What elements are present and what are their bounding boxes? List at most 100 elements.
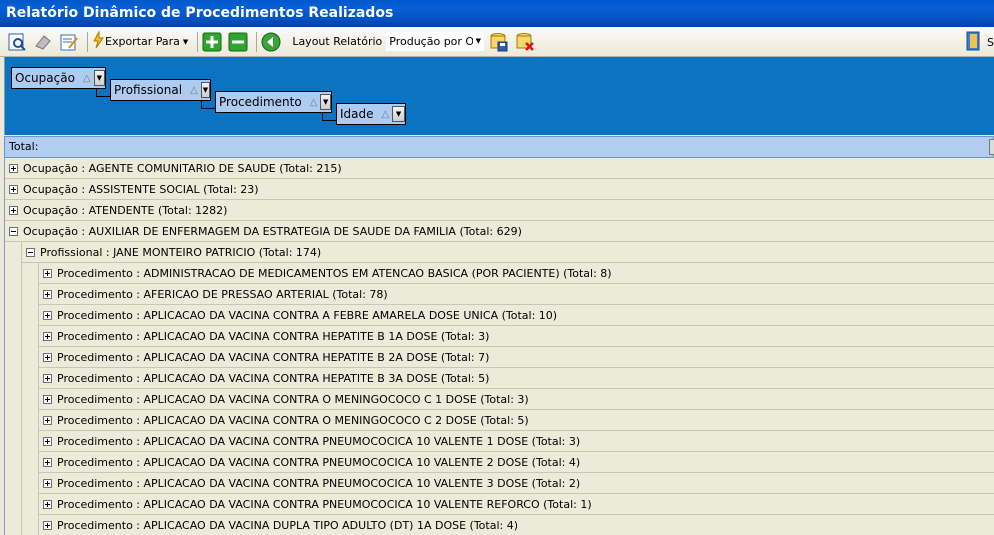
export-button[interactable]: Exportar Para ▼ (91, 30, 189, 52)
group-row-label: Procedimento : APLICACAO DA VACINA CONTR… (57, 308, 558, 322)
group-row[interactable]: Procedimento : ADMINISTRACAO DE MEDICAME… (39, 263, 994, 284)
group-row[interactable]: Procedimento : APLICACAO DA VACINA CONTR… (39, 473, 994, 494)
collapse-icon[interactable] (9, 226, 18, 236)
group-indent (22, 389, 39, 410)
group-indent (5, 284, 22, 305)
group-indent (22, 305, 39, 326)
expand-icon[interactable] (43, 457, 52, 467)
group-row-label: Procedimento : APLICACAO DA VACINA CONTR… (57, 329, 490, 343)
sort-asc-icon: △ (190, 84, 198, 96)
group-indent (22, 452, 39, 473)
group-indent (22, 284, 39, 305)
group-indent (22, 515, 39, 535)
group-indent (22, 494, 39, 515)
group-row-label: Procedimento : APLICACAO DA VACINA CONTR… (57, 371, 490, 385)
expand-icon[interactable] (43, 478, 52, 488)
group-row-label: Procedimento : ADMINISTRACAO DE MEDICAME… (57, 266, 612, 280)
edit-report-icon[interactable] (58, 31, 80, 53)
group-row[interactable]: Ocupação : AUXILIAR DE ENFERMAGEM DA EST… (5, 221, 994, 242)
group-row[interactable]: Ocupação : ASSISTENTE SOCIAL (Total: 23) (5, 179, 994, 200)
group-chip-label: Procedimento (219, 95, 302, 109)
group-indent (5, 494, 22, 515)
group-row[interactable]: Profissional : JANE MONTEIRO PATRICIO (T… (22, 242, 994, 263)
group-row[interactable]: Procedimento : APLICACAO DA VACINA CONTR… (39, 347, 994, 368)
header-scroll-button[interactable] (989, 139, 994, 155)
expand-icon[interactable] (9, 163, 18, 173)
group-row[interactable]: Procedimento : APLICACAO DA VACINA CONTR… (39, 326, 994, 347)
window-title: Relatório Dinâmico de Procedimentos Real… (0, 0, 994, 27)
group-row-label: Procedimento : APLICACAO DA VACINA CONTR… (57, 392, 529, 406)
group-row[interactable]: Procedimento : APLICACAO DA VACINA CONTR… (39, 494, 994, 515)
group-indent (22, 473, 39, 494)
group-row[interactable]: Ocupação : ATENDENTE (Total: 1282) (5, 200, 994, 221)
expand-icon[interactable] (43, 268, 52, 278)
group-chip-label: Profissional (114, 83, 183, 97)
group-row-label: Ocupação : AUXILIAR DE ENFERMAGEM DA EST… (23, 224, 522, 238)
chevron-down-icon[interactable]: ▼ (392, 106, 405, 122)
layout-select[interactable]: Produção por Ocu ▼ (386, 32, 485, 51)
group-row[interactable]: Procedimento : APLICACAO DA VACINA CONTR… (39, 431, 994, 452)
preview-icon[interactable] (6, 31, 28, 53)
grid-header-label: Total: (9, 140, 39, 153)
chevron-down-icon[interactable]: ▼ (93, 70, 105, 86)
group-indent (22, 431, 39, 452)
save-layout-icon[interactable] (488, 31, 510, 53)
group-chip-label: Idade (340, 107, 374, 121)
exit-label: S (987, 36, 994, 49)
expand-icon[interactable] (43, 352, 52, 362)
group-indent (5, 305, 22, 326)
group-indent (5, 515, 22, 535)
group-row-label: Procedimento : APLICACAO DA VACINA CONTR… (57, 434, 581, 448)
collapse-all-icon[interactable] (227, 31, 249, 53)
group-indent (5, 263, 22, 284)
group-chip-ocupacao[interactable]: Ocupação △ ▼ (11, 67, 106, 89)
expand-icon[interactable] (9, 184, 18, 194)
expand-icon[interactable] (43, 520, 52, 530)
group-row-label: Ocupação : ASSISTENTE SOCIAL (Total: 23) (23, 182, 259, 196)
group-row-label: Procedimento : APLICACAO DA VACINA CONTR… (57, 350, 490, 364)
group-row-label: Procedimento : APLICACAO DA VACINA CONTR… (57, 476, 581, 490)
exit-button[interactable]: S (964, 30, 994, 55)
group-row-label: Ocupação : ATENDENTE (Total: 1282) (23, 203, 228, 217)
expand-icon[interactable] (43, 394, 52, 404)
group-chip-idade[interactable]: Idade △ ▼ (336, 103, 406, 125)
group-row-label: Ocupação : AGENTE COMUNITARIO DE SAUDE (… (23, 161, 342, 175)
group-row[interactable]: Procedimento : APLICACAO DA VACINA CONTR… (39, 452, 994, 473)
group-indent (5, 389, 22, 410)
expand-icon[interactable] (9, 205, 18, 215)
group-row-label: Procedimento : APLICACAO DA VACINA DUPLA… (57, 518, 519, 532)
expand-icon[interactable] (43, 310, 52, 320)
expand-icon[interactable] (43, 415, 52, 425)
expand-icon[interactable] (43, 499, 52, 509)
chevron-down-icon[interactable]: ▼ (200, 82, 210, 98)
eraser-icon[interactable] (32, 31, 54, 53)
group-chip-label: Ocupação (15, 71, 75, 85)
group-row[interactable]: Ocupação : AGENTE COMUNITARIO DE SAUDE (… (5, 158, 994, 179)
group-indent (5, 431, 22, 452)
expand-icon[interactable] (43, 289, 52, 299)
expand-icon[interactable] (43, 373, 52, 383)
export-label: Exportar Para (105, 35, 180, 48)
expand-icon[interactable] (43, 436, 52, 446)
expand-all-icon[interactable] (201, 31, 223, 53)
group-row-label: Procedimento : APLICACAO DA VACINA CONTR… (57, 455, 581, 469)
group-indent (22, 347, 39, 368)
expand-icon[interactable] (43, 331, 52, 341)
chevron-down-icon[interactable]: ▼ (320, 94, 331, 110)
delete-layout-icon[interactable] (514, 31, 536, 53)
group-row[interactable]: Procedimento : APLICACAO DA VACINA CONTR… (39, 389, 994, 410)
group-row-label: Profissional : JANE MONTEIRO PATRICIO (T… (40, 245, 322, 259)
sort-asc-icon: △ (82, 72, 91, 84)
grid-header-total: Total: (4, 136, 994, 158)
chevron-down-icon: ▼ (182, 37, 189, 46)
group-chip-profissional[interactable]: Profissional △ ▼ (110, 79, 211, 101)
group-row[interactable]: Procedimento : APLICACAO DA VACINA CONTR… (39, 410, 994, 431)
collapse-icon[interactable] (26, 247, 35, 257)
group-row[interactable]: Procedimento : APLICACAO DA VACINA CONTR… (39, 305, 994, 326)
group-row[interactable]: Procedimento : APLICACAO DA VACINA CONTR… (39, 368, 994, 389)
group-chip-procedimento[interactable]: Procedimento △ ▼ (215, 91, 332, 113)
group-row-label: Procedimento : APLICACAO DA VACINA CONTR… (57, 413, 529, 427)
group-row[interactable]: Procedimento : APLICACAO DA VACINA DUPLA… (39, 515, 994, 535)
group-row[interactable]: Procedimento : AFERICAO DE PRESSAO ARTER… (39, 284, 994, 305)
refresh-icon[interactable] (260, 31, 282, 53)
